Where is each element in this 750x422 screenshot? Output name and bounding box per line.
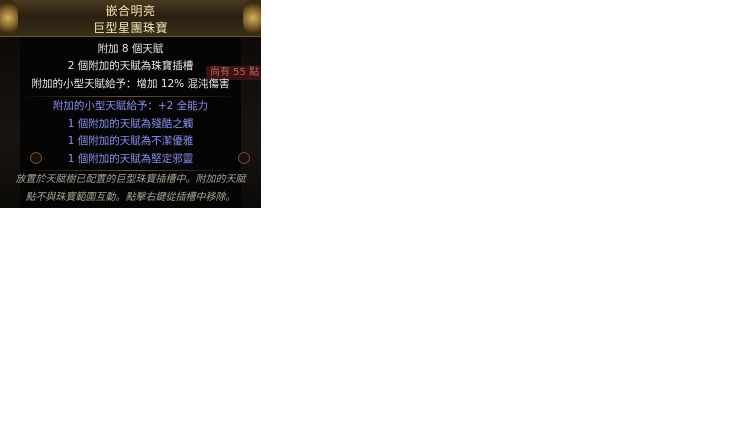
tooltip-header: 嵌合明亮 巨型星團珠寶 [0, 0, 261, 37]
description-line: 點不與珠寶範圍互動。點擊右鍵從插槽中移除。 [25, 192, 236, 203]
mod-divider [20, 96, 241, 97]
enchant-line: 1 個附加的天賦為堅定邪靈 [67, 153, 194, 165]
mod-line: 附加的小型天賦給予：增加 12% 混沌傷害 [31, 78, 230, 90]
enchant-line: 1 個附加的天賦為不潔優雅 [67, 135, 194, 147]
enchant-line: 附加的小型天賦給予：+2 全能力 [52, 100, 209, 112]
mod-line: 2 個附加的天賦為珠寶插槽 [67, 60, 194, 72]
item-name: 嵌合明亮 [105, 4, 156, 18]
item-tooltip: 尚有 55 點 嵌合明亮 巨型星團珠寶 附加 8 個天賦 2 個附加的天賦為珠寶… [0, 0, 261, 208]
description-line: 放置於天賦樹已配置的巨型珠寶插槽中。附加的天賦 [15, 174, 246, 185]
enchant-line: 1 個附加的天賦為殘酷之觸 [67, 118, 194, 130]
mod-line: 附加 8 個天賦 [97, 43, 164, 55]
item-base-type: 巨型星團珠寶 [92, 21, 168, 35]
